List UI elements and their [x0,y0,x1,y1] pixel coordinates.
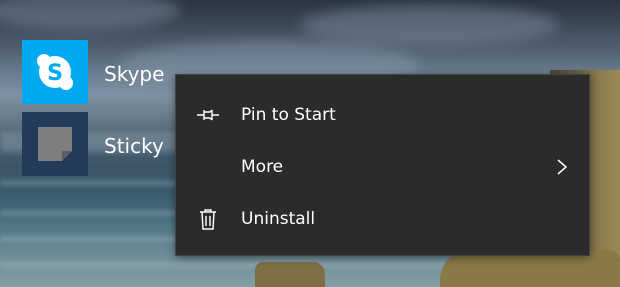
skype-label[interactable]: Skype [104,62,164,86]
menu-item-more[interactable]: More [176,142,589,192]
sticky-notes-label[interactable]: Sticky [104,134,164,158]
menu-item-pin-to-start[interactable]: Pin to Start [176,90,589,140]
menu-item-label: More [241,157,284,177]
trash-icon [200,209,216,230]
menu-item-uninstall[interactable]: Uninstall [176,194,589,244]
svg-text:S: S [47,61,63,86]
context-menu: Pin to Start More Uninstall [175,74,590,256]
pin-icon [197,109,219,121]
menu-item-label: Pin to Start [241,105,336,125]
sticky-notes-icon [38,127,72,161]
skype-tile[interactable]: S [22,40,88,104]
sticky-notes-tile[interactable] [22,112,88,176]
menu-item-label: Uninstall [241,209,316,229]
chevron-right-icon [557,159,568,175]
skype-icon: S [37,54,73,90]
